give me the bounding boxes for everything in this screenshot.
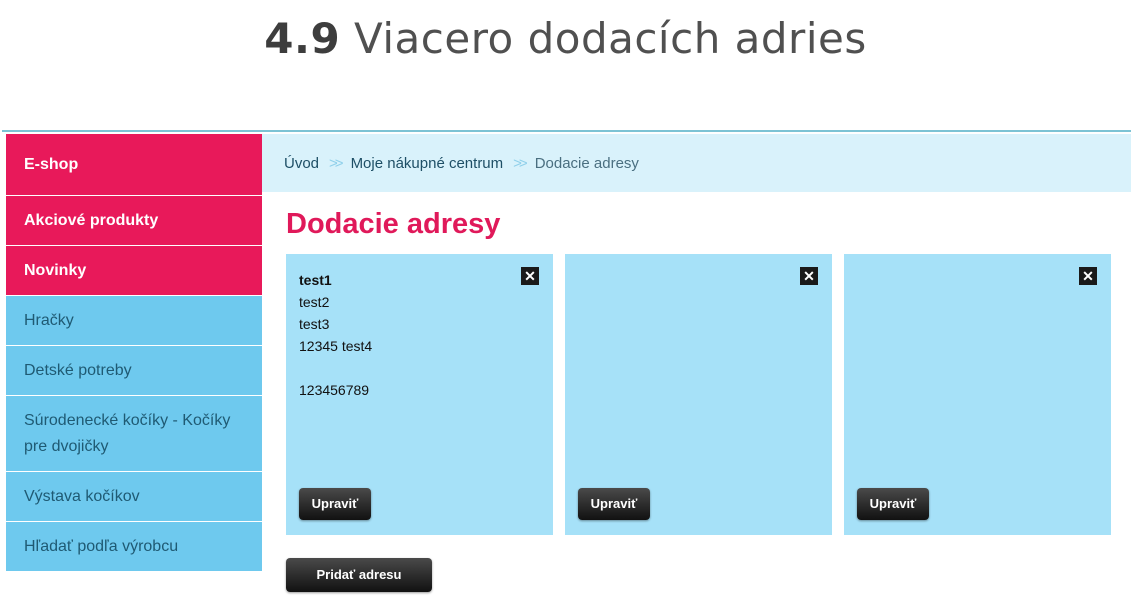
address-line: 12345 test4 — [299, 338, 373, 354]
close-icon[interactable]: ✕ — [521, 267, 539, 285]
address-card: ✕ Upraviť — [565, 254, 832, 535]
document-heading: 4.9 Viacero dodacích adries — [0, 14, 1131, 63]
address-line: test3 — [299, 316, 330, 332]
breadcrumb-current: Dodacie adresy — [534, 154, 639, 172]
breadcrumb-separator-icon: >> — [513, 154, 527, 172]
edit-address-button[interactable]: Upraviť — [578, 488, 650, 520]
edit-address-button[interactable]: Upraviť — [299, 488, 371, 520]
sidebar-item-label: Akciové produkty — [24, 211, 159, 229]
sidebar-item-hracky[interactable]: Hračky — [6, 296, 262, 346]
breadcrumb-home[interactable]: Úvod — [284, 155, 319, 172]
address-text: test1 test2 test3 12345 test4 123456789 — [299, 269, 372, 401]
edit-address-button[interactable]: Upraviť — [857, 488, 929, 520]
address-spacer — [299, 357, 372, 379]
breadcrumb-shopping-center[interactable]: Moje nákupné centrum — [351, 155, 504, 172]
address-phone: 123456789 — [299, 382, 370, 398]
address-card: ✕ test1 test2 test3 12345 test4 12345678… — [286, 254, 553, 535]
close-icon[interactable]: ✕ — [1079, 267, 1097, 285]
add-address-button[interactable]: Pridať adresu — [286, 558, 432, 592]
breadcrumb: Úvod >> Moje nákupné centrum >> Dodacie … — [262, 134, 1131, 192]
sidebar-item-surodenecke-kociky[interactable]: Súrodenecké kočíky - Kočíky pre dvojičky — [6, 396, 262, 472]
sidebar-item-label: Detské potreby — [24, 361, 132, 379]
page-title: Dodacie adresy — [286, 208, 501, 240]
heading-text: Viacero dodacích adries — [354, 14, 867, 63]
breadcrumb-separator-icon: >> — [329, 154, 343, 172]
sidebar: E-shop Akciové produkty Novinky Hračky D… — [6, 134, 262, 572]
address-name: test1 — [299, 272, 332, 288]
sidebar-item-label: Výstava kočíkov — [24, 487, 140, 505]
address-card: ✕ Upraviť — [844, 254, 1111, 535]
heading-number: 4.9 — [264, 14, 341, 63]
sidebar-item-label: Hračky — [24, 311, 74, 329]
sidebar-item-novinky[interactable]: Novinky — [6, 246, 262, 296]
sidebar-item-hladat-podla-vyrobcu[interactable]: Hľadať podľa výrobcu — [6, 522, 262, 572]
sidebar-item-label: Súrodenecké kočíky - Kočíky pre dvojičky — [24, 411, 231, 455]
sidebar-item-akciove-produkty[interactable]: Akciové produkty — [6, 196, 262, 246]
sidebar-item-vystava-kocikov[interactable]: Výstava kočíkov — [6, 472, 262, 522]
address-line: test2 — [299, 294, 330, 310]
sidebar-item-label: Hľadať podľa výrobcu — [24, 537, 179, 555]
close-icon[interactable]: ✕ — [800, 267, 818, 285]
sidebar-item-eshop[interactable]: E-shop — [6, 134, 262, 196]
eshop-screenshot: E-shop Akciové produkty Novinky Hračky D… — [2, 130, 1131, 614]
sidebar-item-detske-potreby[interactable]: Detské potreby — [6, 346, 262, 396]
sidebar-item-label: Novinky — [24, 261, 87, 279]
sidebar-item-label: E-shop — [24, 155, 79, 173]
